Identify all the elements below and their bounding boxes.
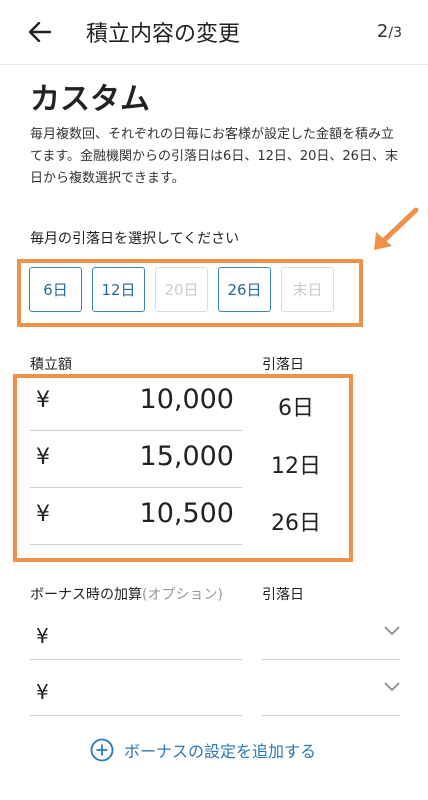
chevron-down-icon (384, 682, 400, 692)
bonus-amount-field[interactable]: ¥ (30, 662, 242, 716)
currency-symbol: ¥ (36, 445, 50, 470)
amount-field[interactable]: ¥ 10,000 (30, 374, 242, 431)
day-chip-month-end[interactable]: 末日 (281, 267, 334, 312)
step-total: /3 (388, 25, 402, 41)
amount-value: 10,000 (139, 384, 234, 415)
page-title: 積立内容の変更 (86, 22, 241, 47)
date-column-label: 引落日 (262, 357, 304, 373)
day-chip-12[interactable]: 12日 (92, 267, 145, 312)
day-chip-6[interactable]: 6日 (29, 267, 82, 312)
amount-value: 10,500 (139, 498, 234, 529)
day-chip-20[interactable]: 20日 (155, 267, 208, 312)
field-underline (30, 715, 242, 716)
field-underline (30, 544, 242, 545)
step-current: 2 (376, 21, 389, 42)
day-chip-26[interactable]: 26日 (218, 267, 271, 312)
debit-date-value: 12日 (271, 454, 321, 479)
currency-symbol: ¥ (36, 388, 50, 413)
bonus-label-text: ボーナス時の加算 (30, 587, 142, 603)
amount-field[interactable]: ¥ 15,000 (30, 431, 242, 488)
amount-column-label: 積立額 (30, 357, 72, 373)
bonus-amount-field[interactable]: ¥ (30, 606, 242, 660)
plan-heading: カスタム (30, 82, 150, 117)
debit-date-value: 26日 (271, 511, 321, 536)
plus-circle-icon (90, 738, 114, 762)
plan-description: 毎月複数回、それぞれの日毎にお客様が設定した金額を積み立てます。金融機関からの引… (30, 127, 398, 186)
currency-symbol: ¥ (36, 680, 49, 704)
step-indicator: 2/3 (377, 21, 402, 42)
add-bonus-label: ボーナスの設定を追加する (124, 742, 317, 761)
debit-date-value: 6日 (278, 396, 314, 421)
bonus-date-select[interactable] (262, 662, 400, 716)
currency-symbol: ¥ (36, 624, 49, 648)
back-button[interactable] (22, 14, 58, 50)
amount-value: 15,000 (139, 441, 234, 472)
amount-field[interactable]: ¥ 10,500 (30, 488, 242, 545)
select-underline (262, 715, 400, 716)
select-underline (262, 659, 400, 660)
app-header: 積立内容の変更 2/3 (0, 0, 428, 65)
arrow-left-icon (29, 22, 51, 42)
bonus-label: ボーナス時の加算(オプション) (30, 584, 223, 604)
currency-symbol: ¥ (36, 502, 50, 527)
bonus-option-text: (オプション) (142, 587, 223, 603)
chevron-down-icon (384, 626, 400, 636)
day-select-label: 毎月の引落日を選択してください (30, 231, 240, 247)
bonus-date-label: 引落日 (262, 587, 304, 603)
field-underline (30, 659, 242, 660)
annotation-arrow-icon (374, 207, 419, 250)
bonus-date-select[interactable] (262, 606, 400, 660)
add-bonus-button[interactable]: ボーナスの設定を追加する (90, 738, 316, 762)
